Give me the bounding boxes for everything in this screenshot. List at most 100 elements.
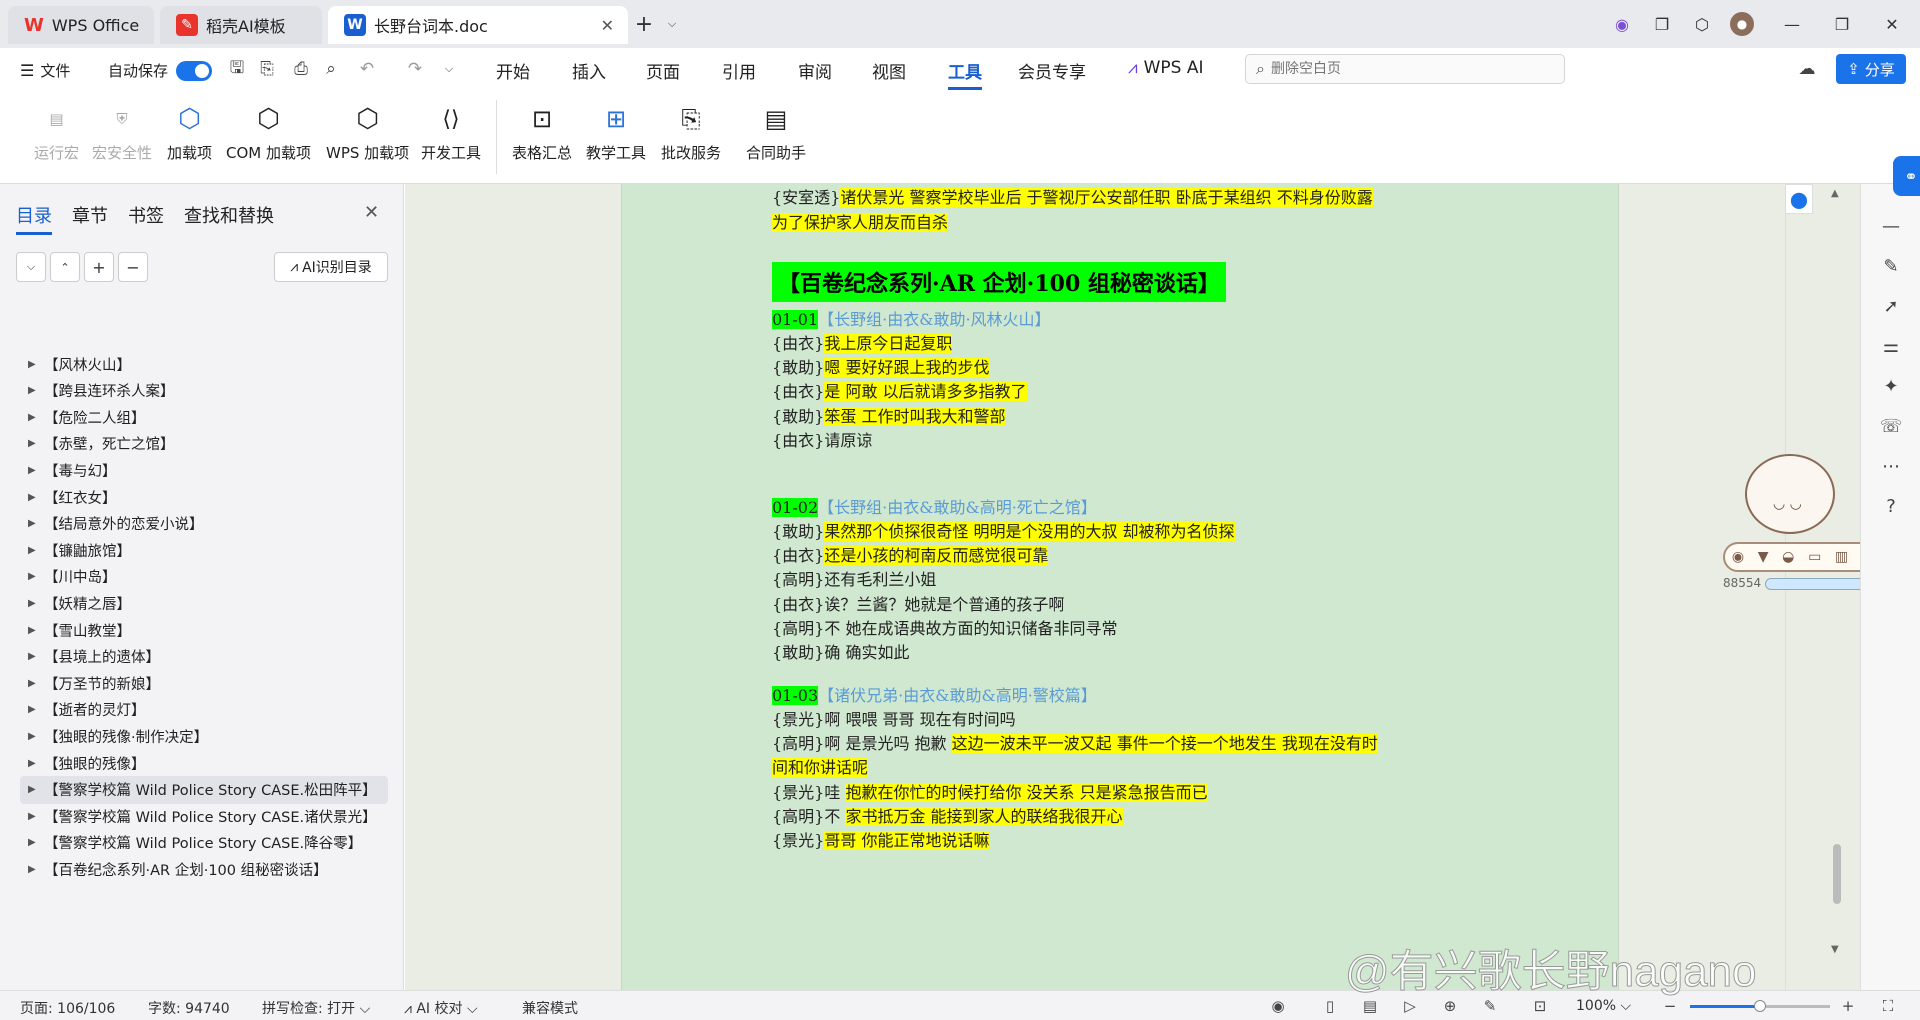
restore-icon[interactable]: ❐ (1830, 12, 1854, 36)
tab-sections[interactable]: 章节 (72, 202, 108, 228)
outline-item[interactable]: ▶ 【逝者的灵灯】 (20, 696, 388, 724)
expand-arrow-icon[interactable]: ▶ (20, 465, 44, 476)
pen-icon[interactable]: ✎ (1879, 254, 1903, 278)
share-button[interactable]: ⇪ 分享 (1836, 54, 1906, 84)
outline-item[interactable]: ▶ 【危险二人组】 (20, 403, 388, 431)
outline-item[interactable]: ▶ 【警察学校篇 Wild Police Story CASE.诸伏景光】 (20, 802, 388, 830)
write-mode-icon[interactable]: ✎ (1480, 996, 1500, 1016)
menu-tools[interactable]: 工具 (948, 58, 982, 90)
redo-icon[interactable]: ↷ (404, 58, 426, 80)
pet-food-icon[interactable]: ◒ (1782, 549, 1794, 565)
link-icon[interactable]: ⚭ (1893, 156, 1920, 196)
expand-arrow-icon[interactable]: ▶ (20, 837, 44, 848)
ai-toc-button[interactable]: ⩘ AI识别目录 (274, 252, 388, 282)
contract-assistant-button[interactable]: ▤ 合同助手 (746, 102, 806, 163)
expand-arrow-icon[interactable]: ▶ (20, 518, 44, 529)
tab-find-replace[interactable]: 查找和替换 (184, 202, 274, 228)
menu-reference[interactable]: 引用 (722, 58, 756, 83)
pet-toolbar[interactable]: ◉▼◒▭▥◓ (1723, 542, 1883, 572)
web-view-icon[interactable]: ⊕ (1440, 996, 1460, 1016)
menu-review[interactable]: 审阅 (798, 58, 832, 83)
table-summary-button[interactable]: ⊡ 表格汇总 (512, 102, 572, 163)
expand-arrow-icon[interactable]: ▶ (20, 758, 44, 769)
outline-item[interactable]: ▶ 【赤壁，死亡之馆】 (20, 430, 388, 458)
chevron-down-icon[interactable]: ⌵ (660, 12, 684, 36)
pet-book-icon[interactable]: ▥ (1835, 549, 1848, 565)
zoom-out-icon[interactable]: − (1660, 996, 1680, 1016)
macro-security-button[interactable]: ⛨ 宏安全性 (92, 102, 152, 163)
expand-up-icon[interactable]: ⌃ (50, 252, 80, 282)
scrollbar-thumb[interactable] (1833, 844, 1841, 904)
print-icon[interactable]: ⎙ (290, 58, 312, 80)
wps-addins-button[interactable]: ⬡ WPS 加载项 (326, 102, 409, 163)
outline-item[interactable]: ▶ 【县境上的遗体】 (20, 643, 388, 671)
cursor-icon[interactable]: ➚ (1879, 294, 1903, 318)
outline-item[interactable]: ▶ 【万圣节的新娘】 (20, 669, 388, 697)
desktop-pet[interactable]: ◡ ◡ (1735, 444, 1855, 544)
eye-icon[interactable]: ◉ (1268, 996, 1288, 1016)
menu-view[interactable]: 视图 (872, 58, 906, 83)
play-icon[interactable]: ▷ (1400, 996, 1420, 1016)
new-tab-icon[interactable]: + (632, 12, 656, 37)
avatar[interactable]: ● (1730, 12, 1754, 36)
outline-view-icon[interactable]: ▤ (1360, 996, 1380, 1016)
com-addins-button[interactable]: ⬡ COM 加载项 (226, 102, 311, 163)
zoom-slider[interactable] (1690, 1000, 1830, 1012)
search-input[interactable] (1270, 61, 1531, 77)
scroll-up-icon[interactable]: ▲ (1831, 188, 1839, 199)
zoom-level[interactable]: 100% ⌵ (1576, 998, 1631, 1014)
sparkle-icon[interactable]: ✦ (1879, 374, 1903, 398)
close-window-icon[interactable]: ✕ (1880, 12, 1904, 36)
expand-arrow-icon[interactable]: ▶ (20, 545, 44, 556)
grading-service-button[interactable]: ⎘ 批改服务 (661, 102, 721, 163)
menu-wps-ai[interactable]: ⩘ WPS AI (1128, 58, 1204, 78)
collapse-icon[interactable]: ⌵ (16, 252, 46, 282)
close-tab-icon[interactable]: ✕ (601, 16, 614, 35)
scroll-down-icon[interactable]: ▼ (1831, 944, 1839, 955)
save-icon[interactable]: 🖫 (226, 58, 248, 80)
window-mode-icon[interactable]: ❐ (1650, 12, 1674, 36)
outline-item[interactable]: ▶ 【镰鼬旅馆】 (20, 536, 388, 564)
more-dots-icon[interactable]: ⋯ (1879, 454, 1903, 478)
zoom-in-icon[interactable]: + (1838, 996, 1858, 1016)
word-count[interactable]: 字数: 94740 (148, 998, 230, 1018)
expand-arrow-icon[interactable]: ▶ (20, 438, 44, 449)
outline-item[interactable]: ▶ 【跨县连环杀人案】 (20, 377, 388, 405)
expand-arrow-icon[interactable]: ▶ (20, 571, 44, 582)
addins-button[interactable]: ⬡ 加载项 (167, 102, 212, 163)
file-menu[interactable]: ☰ 文件 (20, 60, 70, 81)
expand-arrow-icon[interactable]: ▶ (20, 625, 44, 636)
cube-icon[interactable]: ⬡ (1690, 12, 1714, 36)
outline-item[interactable]: ▶ 【风林火山】 (20, 350, 388, 378)
autosave-toggle[interactable] (176, 61, 212, 81)
expand-arrow-icon[interactable]: ▶ (20, 678, 44, 689)
search-box[interactable]: ⌕ (1245, 54, 1565, 84)
tab-docer[interactable]: ✎ 稻壳AI模板 (160, 6, 322, 44)
expand-arrow-icon[interactable]: ▶ (20, 412, 44, 423)
outline-item[interactable]: ▶ 【红衣女】 (20, 483, 388, 511)
more-quick-icon[interactable]: ⌵ (438, 58, 460, 80)
help-icon[interactable]: ? (1879, 494, 1903, 518)
expand-arrow-icon[interactable]: ▶ (20, 731, 44, 742)
expand-arrow-icon[interactable]: ▶ (20, 864, 44, 875)
tab-toc[interactable]: 目录 (16, 202, 52, 235)
menu-page[interactable]: 页面 (646, 58, 680, 83)
tab-wps-office[interactable]: W WPS Office (8, 6, 154, 44)
location-pin-icon[interactable]: ⬤ (1785, 184, 1813, 214)
run-macro-button[interactable]: ▤ 运行宏 (34, 102, 79, 163)
fullscreen-icon[interactable]: ⛶ (1878, 996, 1898, 1016)
chat-icon[interactable]: ☏ (1879, 414, 1903, 438)
fit-page-icon[interactable]: ⊡ (1530, 996, 1550, 1016)
undo-icon[interactable]: ↶ (356, 58, 378, 80)
pet-shirt-icon[interactable]: ▼ (1758, 549, 1769, 565)
tab-document[interactable]: W 长野台词本.doc ✕ (328, 6, 628, 44)
close-pane-icon[interactable]: ✕ (364, 202, 379, 223)
expand-arrow-icon[interactable]: ▶ (20, 385, 44, 396)
outline-item[interactable]: ▶ 【毒与幻】 (20, 456, 388, 484)
expand-arrow-icon[interactable]: ▶ (20, 651, 44, 662)
expand-arrow-icon[interactable]: ▶ (20, 784, 44, 795)
remove-heading-icon[interactable]: − (118, 252, 148, 282)
menu-insert[interactable]: 插入 (572, 58, 606, 83)
expand-arrow-icon[interactable]: ▶ (20, 598, 44, 609)
outline-item[interactable]: ▶ 【川中岛】 (20, 563, 388, 591)
